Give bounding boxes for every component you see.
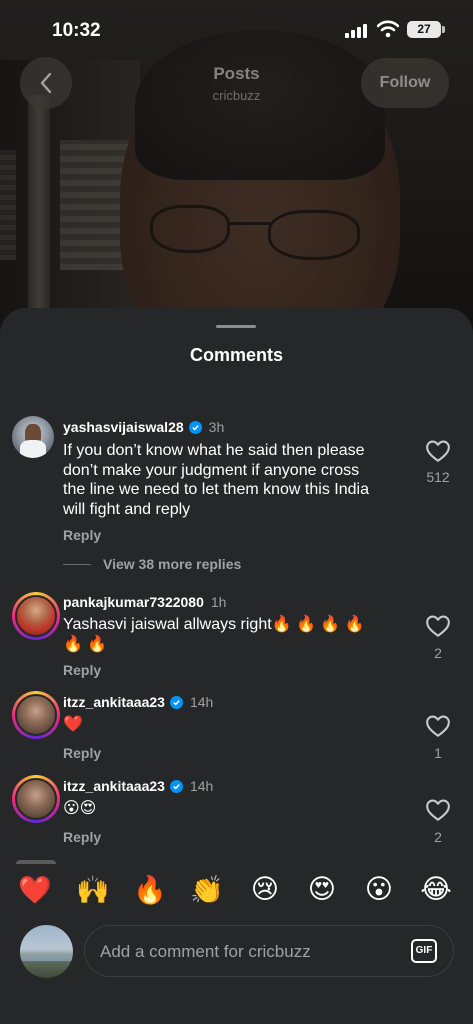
- comments-list[interactable]: yashasvijaiswal28 3h If you don’t know w…: [0, 308, 473, 864]
- battery-icon: 27: [407, 21, 441, 38]
- emoji-heart[interactable]: ❤️: [17, 874, 53, 906]
- verified-badge-icon: [169, 779, 183, 793]
- emoji-tears-of-joy[interactable]: 😂: [418, 874, 454, 905]
- emoji-surprised-face[interactable]: 😮: [361, 874, 397, 905]
- gif-button[interactable]: GIF: [411, 939, 437, 963]
- comment-input[interactable]: Add a comment for cricbuzz GIF: [84, 925, 454, 977]
- comment-input-placeholder: Add a comment for cricbuzz: [100, 942, 311, 961]
- comment-composer: Add a comment for cricbuzz GIF: [0, 920, 473, 1000]
- follow-button[interactable]: Follow: [361, 58, 449, 108]
- comments-sheet: Comments yashasvijaiswal28 3h If you don…: [0, 308, 473, 1024]
- like-count: 2: [434, 829, 442, 845]
- emoji-raising-hands[interactable]: 🙌: [75, 874, 111, 906]
- emoji-heart-eyes[interactable]: 😍: [304, 874, 340, 905]
- wifi-icon: [377, 20, 399, 38]
- heart-icon[interactable]: [425, 798, 451, 822]
- emoji-clapping-hands[interactable]: 👏: [189, 874, 225, 906]
- comment-username[interactable]: itzz_ankitaaa23: [63, 778, 165, 794]
- next-comment-peek: [16, 860, 56, 864]
- status-bar: 10:32 27: [0, 0, 473, 56]
- reply-button[interactable]: Reply: [63, 829, 101, 845]
- emoji-fire[interactable]: 🔥: [132, 874, 168, 906]
- status-time: 10:32: [52, 20, 101, 41]
- cellular-signal-icon: [345, 24, 367, 38]
- emoji-quick-bar: ❤️ 🙌 🔥 👏 😢 😍 😮 😂: [0, 868, 473, 918]
- battery-tip: [442, 26, 445, 33]
- comment-text-line: 😮😍: [63, 800, 97, 817]
- avatar[interactable]: [12, 775, 60, 823]
- comment-time: 14h: [189, 778, 214, 794]
- comment-item: itzz_ankitaaa23 14h 😮😍 Reply 2: [0, 308, 473, 864]
- comment-text: 😮😍: [63, 799, 408, 819]
- emoji-crying-face[interactable]: 😢: [247, 874, 283, 905]
- current-user-avatar: [20, 925, 73, 978]
